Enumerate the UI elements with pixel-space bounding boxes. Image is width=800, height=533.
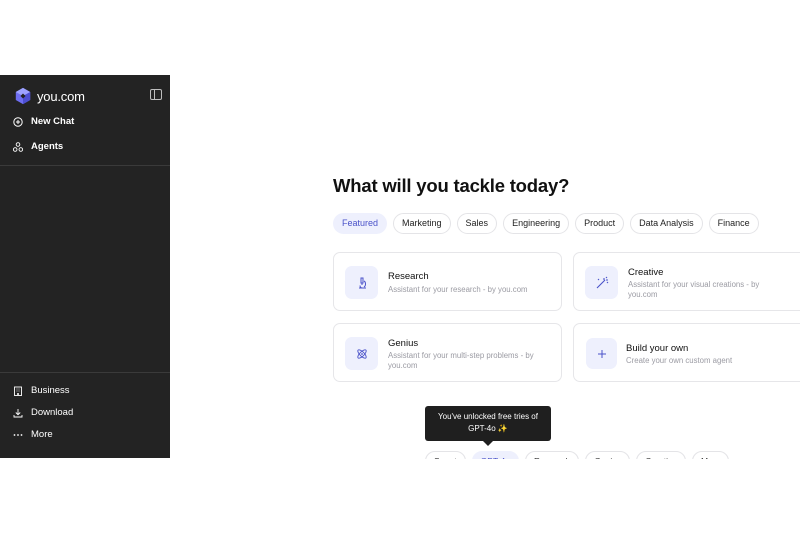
card-title: Creative <box>628 267 664 278</box>
business-label: Business <box>31 385 70 396</box>
sidebar: you.com New Chat Agents Business Downloa… <box>0 75 170 458</box>
magic-wand-icon <box>596 276 608 288</box>
model-chip-creative[interactable]: Creative <box>636 451 686 459</box>
building-icon <box>14 386 22 396</box>
tab-engineering[interactable]: Engineering <box>503 213 570 234</box>
category-tabs: Featured Marketing Sales Engineering Pro… <box>333 213 759 234</box>
card-description: Assistant for your multi-step problems -… <box>388 351 534 370</box>
card-icon-box <box>345 337 378 370</box>
plus-circle-icon <box>13 116 23 127</box>
creative-agent-card[interactable]: Creative Assistant for your visual creat… <box>573 252 800 311</box>
card-icon-box <box>586 338 617 369</box>
microscope-icon <box>358 277 366 288</box>
card-description: Create your own custom agent <box>626 356 733 365</box>
ellipsis-icon <box>13 433 23 436</box>
tab-finance[interactable]: Finance <box>708 213 759 234</box>
logo[interactable]: you.com <box>14 87 85 105</box>
agents-icon <box>13 141 23 152</box>
logo-text: you.com <box>37 88 85 104</box>
model-chip-more[interactable]: More <box>691 451 730 459</box>
tab-product[interactable]: Product <box>575 213 625 234</box>
tab-marketing[interactable]: Marketing <box>393 213 451 234</box>
card-description: Assistant for your visual creations - by… <box>628 280 760 299</box>
model-chip-genius[interactable]: Genius <box>585 451 631 459</box>
card-title: Build your own <box>626 343 689 354</box>
genius-agent-card[interactable]: Genius Assistant for your multi-step pro… <box>333 323 562 382</box>
business-button[interactable]: Business <box>13 385 70 396</box>
card-title: Research <box>388 271 429 282</box>
tooltip-text: You've unlocked free tries of GPT-4o ✨ <box>438 412 538 433</box>
download-label: Download <box>31 407 74 418</box>
sidebar-toggle-icon[interactable] <box>150 89 162 100</box>
research-agent-card[interactable]: Research Assistant for your research - b… <box>333 252 562 311</box>
tab-sales[interactable]: Sales <box>456 213 498 234</box>
build-your-own-card[interactable]: Build your own Create your own custom ag… <box>573 323 800 382</box>
agents-button[interactable]: Agents <box>13 141 63 152</box>
more-label: More <box>31 429 53 440</box>
sidebar-divider <box>0 165 170 166</box>
more-button[interactable]: More <box>13 429 53 440</box>
card-description: Assistant for your research - by you.com <box>388 285 528 294</box>
model-chip-smart[interactable]: Smart <box>425 451 466 459</box>
page-title: What will you tackle today? <box>333 175 570 196</box>
download-button[interactable]: Download <box>13 407 73 418</box>
new-chat-button[interactable]: New Chat <box>13 116 74 127</box>
gpt4o-tooltip: You've unlocked free tries of GPT-4o ✨ <box>425 406 551 446</box>
model-chip-research[interactable]: Research <box>524 451 580 459</box>
model-chip-gpt4o[interactable]: GPT-4o <box>471 451 519 459</box>
card-icon-box <box>585 266 618 299</box>
model-selector-row: Smart GPT-4o Research Genius Creative Mo… <box>425 451 730 459</box>
atom-icon <box>356 348 367 359</box>
you-logo-icon <box>15 87 31 105</box>
download-icon <box>13 408 23 417</box>
plus-icon <box>597 349 606 358</box>
sidebar-divider <box>0 372 170 373</box>
new-chat-label: New Chat <box>31 116 75 127</box>
tab-featured[interactable]: Featured <box>333 213 388 234</box>
card-icon-box <box>345 266 378 299</box>
card-title: Genius <box>388 338 419 349</box>
agents-label: Agents <box>31 141 64 152</box>
tab-data-analysis[interactable]: Data Analysis <box>630 213 703 234</box>
